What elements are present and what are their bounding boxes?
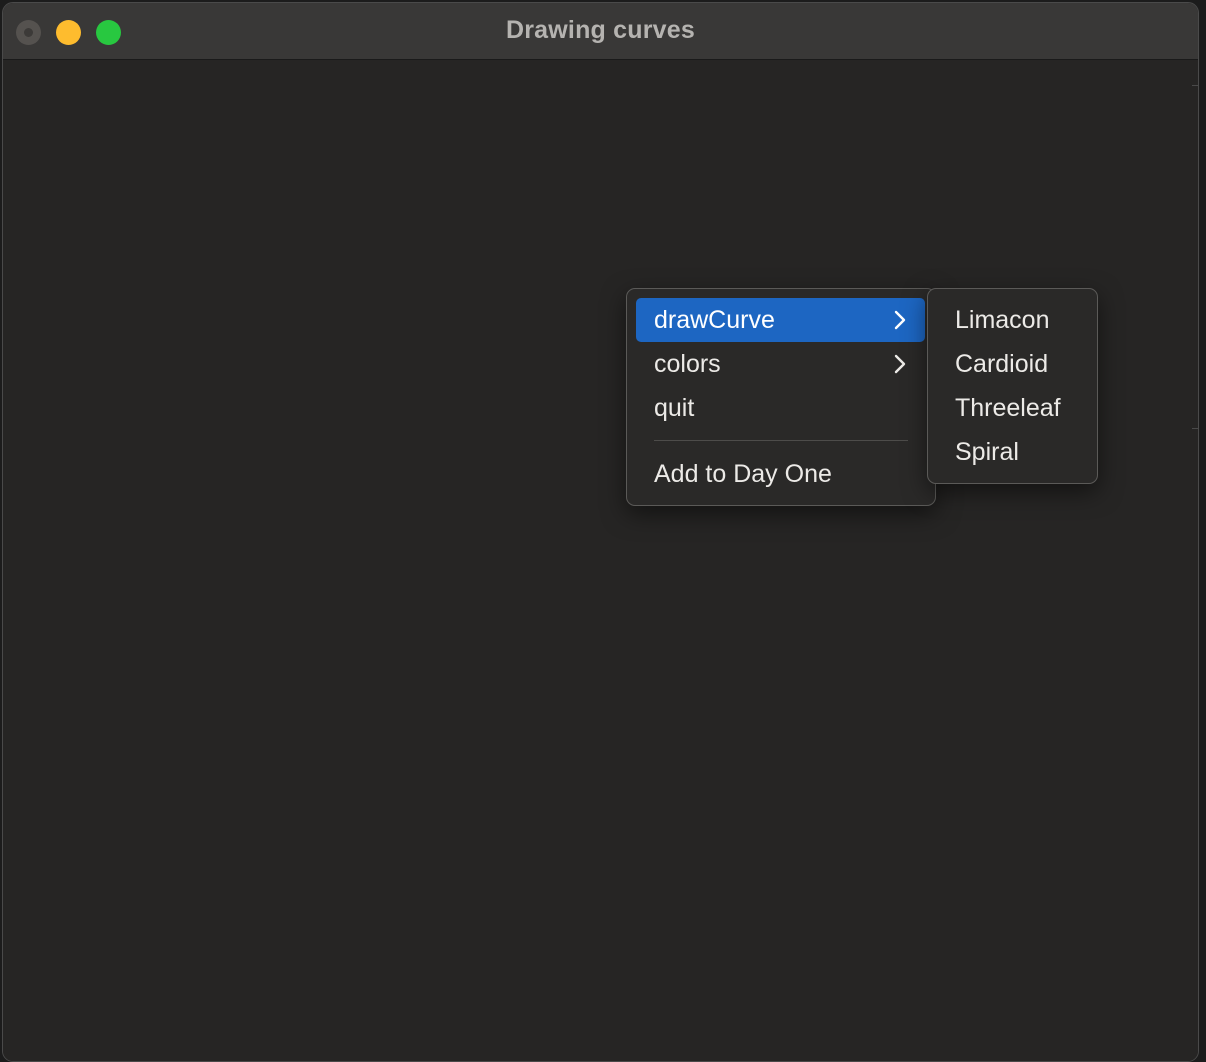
- context-menu: drawCurve colors quit Add to Day One: [626, 288, 936, 506]
- chevron-right-icon: [894, 310, 906, 330]
- window-title: Drawing curves: [506, 16, 695, 44]
- edge-divider: [1192, 428, 1198, 429]
- submenu-item-label: Cardioid: [955, 350, 1049, 378]
- drawcurve-submenu: Limacon Cardioid Threeleaf Spiral: [927, 288, 1098, 484]
- submenu-item-label: Threeleaf: [955, 394, 1061, 422]
- menu-item-drawcurve[interactable]: drawCurve: [636, 298, 925, 342]
- submenu-item-label: Limacon: [955, 306, 1050, 334]
- menu-item-label: quit: [654, 394, 695, 422]
- submenu-item-threeleaf[interactable]: Threeleaf: [937, 386, 1089, 430]
- submenu-item-spiral[interactable]: Spiral: [937, 430, 1089, 474]
- edge-divider: [1192, 85, 1198, 86]
- drawing-canvas[interactable]: [3, 60, 1198, 1061]
- app-window: Drawing curves: [2, 2, 1199, 1062]
- menu-item-label: colors: [654, 350, 721, 378]
- menu-item-label: Add to Day One: [654, 460, 832, 488]
- menu-item-quit[interactable]: quit: [636, 386, 925, 430]
- menu-separator: [654, 440, 908, 441]
- chevron-right-icon: [894, 354, 906, 374]
- submenu-item-cardioid[interactable]: Cardioid: [937, 342, 1089, 386]
- submenu-item-label: Spiral: [955, 438, 1019, 466]
- title-bar[interactable]: Drawing curves: [3, 3, 1198, 60]
- menu-item-label: drawCurve: [654, 306, 775, 334]
- menu-item-add-to-day-one[interactable]: Add to Day One: [636, 452, 925, 496]
- submenu-item-limacon[interactable]: Limacon: [937, 298, 1089, 342]
- menu-item-colors[interactable]: colors: [636, 342, 925, 386]
